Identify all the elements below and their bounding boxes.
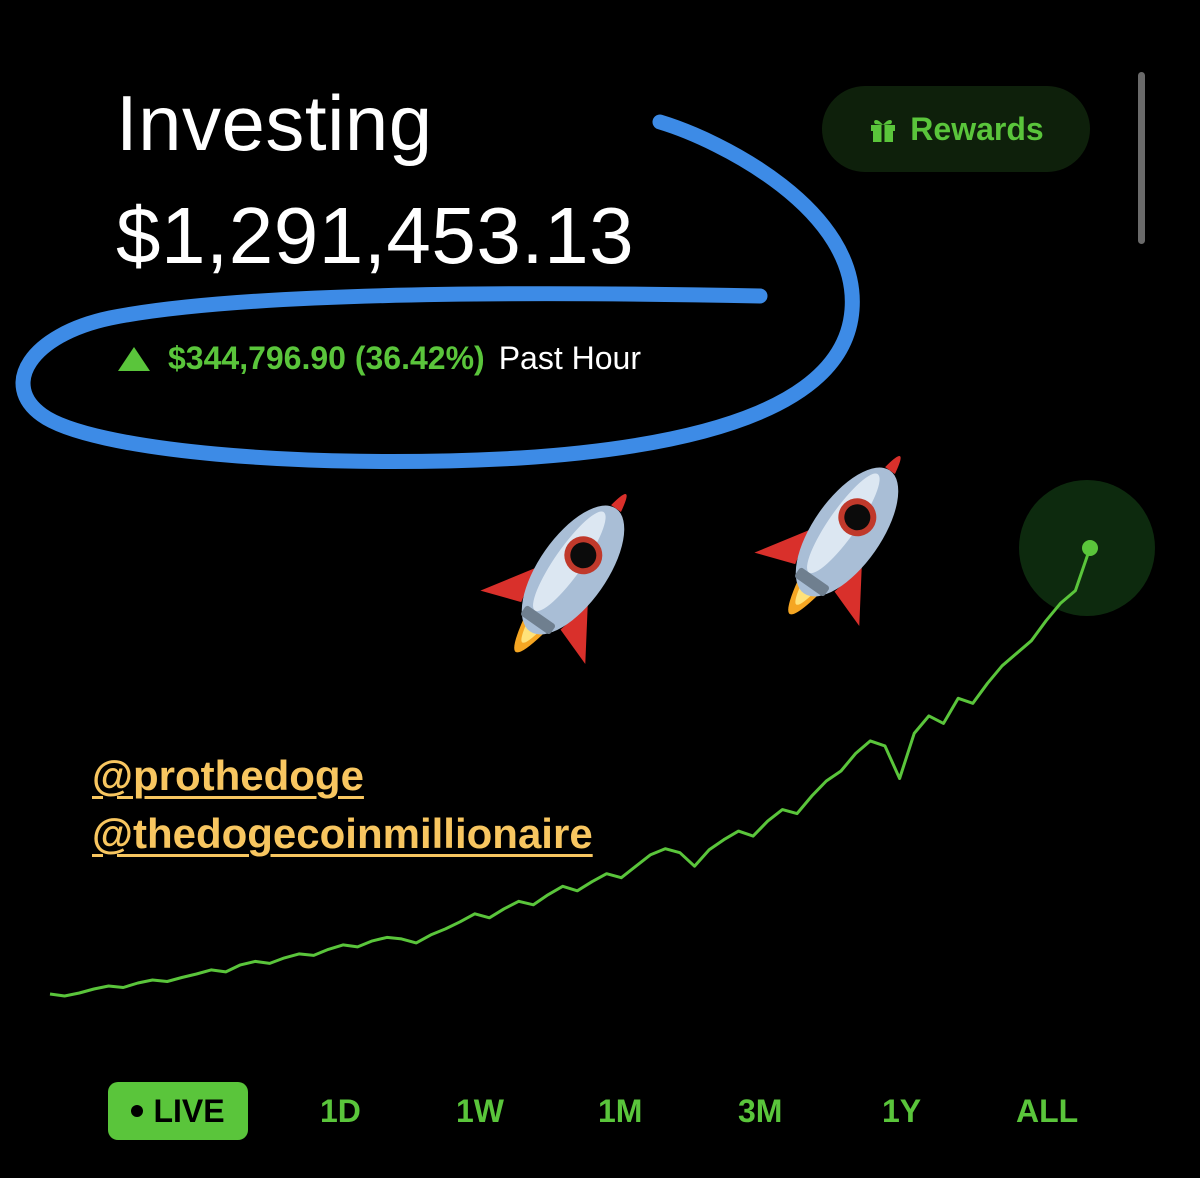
tab-1y-label: 1Y <box>882 1092 922 1129</box>
tab-all[interactable]: ALL <box>1016 1082 1078 1140</box>
current-value-dot <box>1082 540 1098 556</box>
tab-1w-label: 1W <box>456 1092 504 1129</box>
handle-prothedoge[interactable]: @prothedoge <box>92 752 364 800</box>
rocket-icon <box>480 494 627 665</box>
tab-1m[interactable]: 1M <box>598 1082 642 1140</box>
live-dot-icon <box>131 1105 144 1117</box>
tab-live-label: LIVE <box>153 1092 225 1129</box>
handle-thedogecoinmillionaire[interactable]: @thedogecoinmillionaire <box>92 810 593 858</box>
tab-1d[interactable]: 1D <box>320 1082 361 1140</box>
tab-1w[interactable]: 1W <box>456 1082 504 1140</box>
tab-live[interactable]: LIVE <box>108 1082 248 1140</box>
tab-1y[interactable]: 1Y <box>882 1082 921 1140</box>
tab-1d-label: 1D <box>320 1092 361 1129</box>
tab-3m[interactable]: 3M <box>738 1082 782 1140</box>
tab-1m-label: 1M <box>598 1092 643 1129</box>
tab-3m-label: 3M <box>738 1092 783 1129</box>
investing-screen: Investing $1,291,453.13 $344,796.90 (36.… <box>0 0 1200 1178</box>
time-range-selector: LIVE 1D 1W 1M 3M 1Y ALL <box>108 1082 1108 1142</box>
rocket-icon <box>754 456 901 627</box>
tab-all-label: ALL <box>1016 1092 1079 1129</box>
